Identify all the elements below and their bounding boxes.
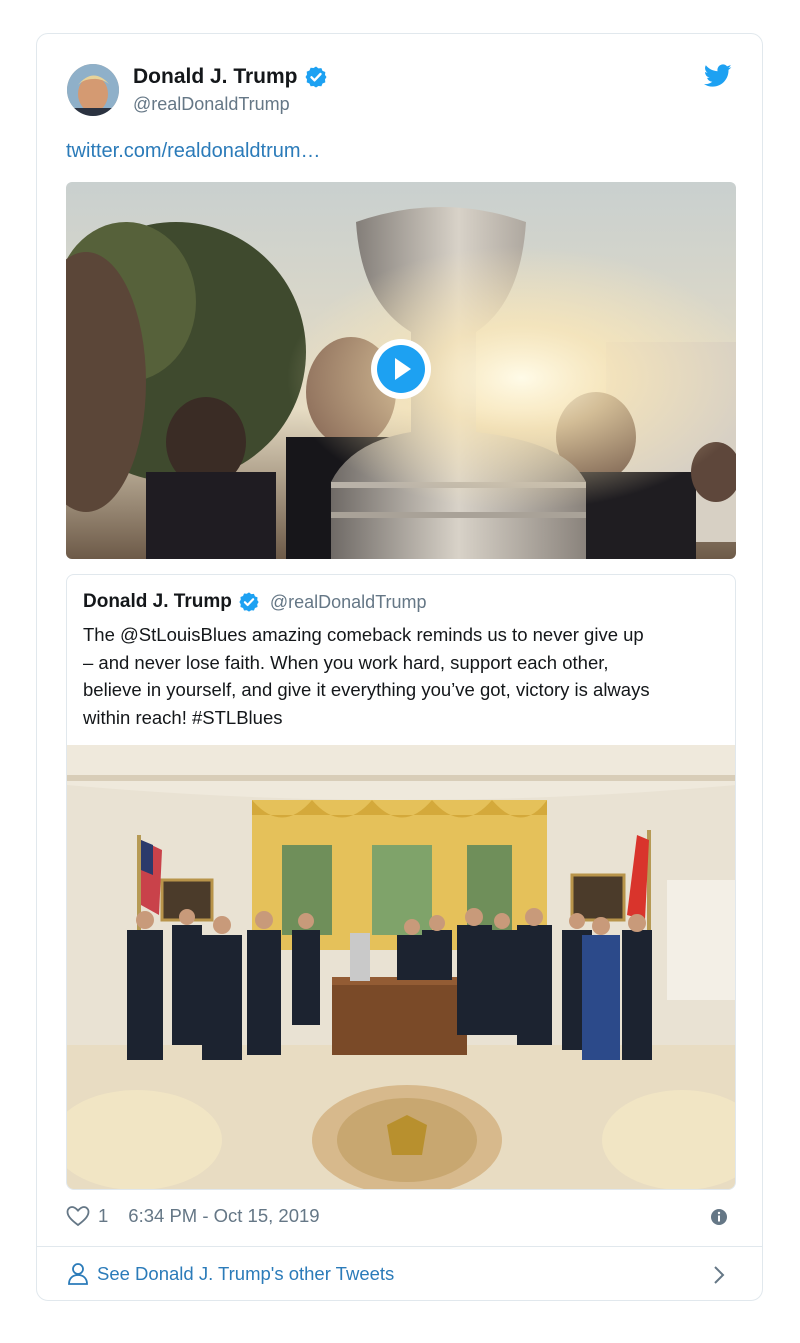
verified-badge-icon xyxy=(239,592,259,612)
author-avatar[interactable] xyxy=(67,64,119,116)
author-handle[interactable]: @realDonaldTrump xyxy=(133,94,290,115)
person-icon xyxy=(68,1263,88,1285)
quoted-header: Donald J. Trump @realDonaldTrump xyxy=(83,591,427,613)
author-name[interactable]: Donald J. Trump xyxy=(133,65,298,89)
author-header: Donald J. Trump xyxy=(133,65,328,89)
verified-badge-icon xyxy=(305,66,327,88)
play-icon xyxy=(377,345,425,393)
like-count[interactable]: 1 xyxy=(98,1205,108,1227)
quoted-author-name: Donald J. Trump xyxy=(83,591,232,612)
quoted-tweet[interactable]: Donald J. Trump @realDonaldTrump The @St… xyxy=(66,574,736,1190)
quoted-text: The @StLouisBlues amazing comeback remin… xyxy=(83,624,650,728)
see-other-tweets-label: See Donald J. Trump's other Tweets xyxy=(97,1263,395,1284)
twitter-bird-icon[interactable] xyxy=(704,64,732,88)
tweet-link[interactable]: twitter.com/realdonaldtrum… xyxy=(66,140,321,163)
timestamp[interactable]: 6:34 PM - Oct 15, 2019 xyxy=(128,1205,319,1227)
divider xyxy=(37,1246,762,1247)
quoted-author-handle: @realDonaldTrump xyxy=(269,591,427,612)
play-button[interactable] xyxy=(371,339,431,399)
info-icon[interactable] xyxy=(710,1208,728,1226)
see-other-tweets-link[interactable]: See Donald J. Trump's other Tweets xyxy=(67,1262,394,1286)
oval-office-photo[interactable] xyxy=(67,745,735,1189)
heart-icon[interactable] xyxy=(66,1205,90,1227)
video-thumbnail[interactable] xyxy=(66,182,736,559)
chevron-right-icon[interactable] xyxy=(712,1264,726,1286)
tweet-meta: 1 6:34 PM - Oct 15, 2019 xyxy=(66,1205,320,1227)
tweet-card: Donald J. Trump @realDonaldTrump twitter… xyxy=(36,33,763,1301)
